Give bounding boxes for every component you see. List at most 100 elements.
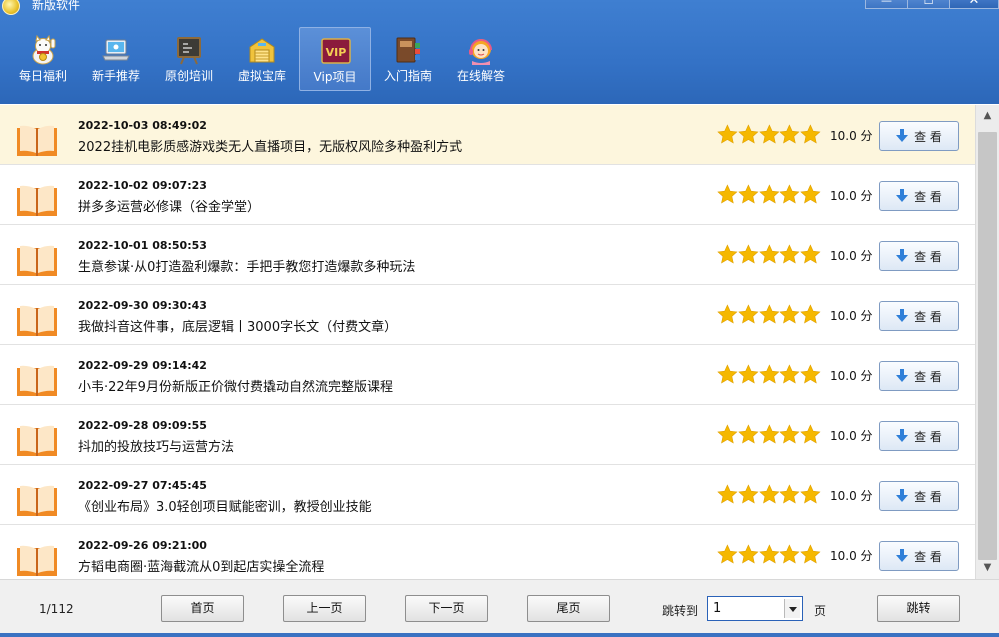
star-icon bbox=[738, 124, 759, 144]
star-icon bbox=[758, 124, 780, 144]
first-page-button[interactable]: 首页 bbox=[161, 595, 244, 622]
star-icon bbox=[717, 244, 738, 264]
view-button[interactable]: 查 看 bbox=[879, 181, 959, 211]
bottom-border bbox=[0, 633, 999, 637]
view-button[interactable]: 查 看 bbox=[879, 421, 959, 451]
list-item[interactable]: 2022-10-01 08:50:53 生意参谋·从0打造盈利爆款：手把手教您打… bbox=[0, 225, 975, 285]
open-book-icon bbox=[17, 185, 57, 216]
star-icon bbox=[758, 184, 780, 204]
list-item[interactable]: 2022-10-02 09:07:23 拼多多运营必修课（谷金学堂） 10.0 … bbox=[0, 165, 975, 225]
page-select[interactable]: 1 bbox=[707, 596, 803, 621]
star-icon bbox=[779, 304, 800, 324]
star-icon bbox=[738, 364, 759, 384]
prev-page-button[interactable]: 上一页 bbox=[283, 595, 366, 622]
star-icon bbox=[800, 424, 821, 444]
view-button[interactable]: 查 看 bbox=[879, 361, 959, 391]
item-score: 10.0 分 bbox=[830, 369, 873, 383]
open-book-icon bbox=[17, 125, 57, 156]
last-page-button[interactable]: 尾页 bbox=[527, 595, 610, 622]
item-score: 10.0 分 bbox=[830, 489, 873, 503]
view-button[interactable]: 查 看 bbox=[879, 121, 959, 151]
download-arrow-icon bbox=[896, 249, 909, 262]
star-icon bbox=[758, 244, 780, 264]
list-item[interactable]: 2022-09-26 09:21:00 方韬电商圈·蓝海截流从0到起店实操全流程… bbox=[0, 525, 975, 579]
window-controls: — ☐ ✕ bbox=[865, 0, 999, 9]
list-item[interactable]: 2022-09-28 09:09:55 抖加的投放技巧与运营方法 10.0 分 … bbox=[0, 405, 975, 465]
star-icon bbox=[717, 484, 738, 504]
star-icon bbox=[800, 364, 821, 384]
view-button[interactable]: 查 看 bbox=[879, 541, 959, 571]
item-title[interactable]: 我做抖音这件事，底层逻辑丨3000字长文（付费文章） bbox=[78, 320, 397, 335]
scroll-up-icon[interactable]: ▲ bbox=[976, 105, 999, 127]
item-score: 10.0 分 bbox=[830, 129, 873, 143]
view-button[interactable]: 查 看 bbox=[879, 301, 959, 331]
star-icon bbox=[758, 484, 780, 504]
close-button[interactable]: ✕ bbox=[949, 0, 999, 9]
tool-vip-projects[interactable]: VIP Vip项目 bbox=[299, 27, 371, 91]
tool-label: 入门指南 bbox=[383, 69, 432, 83]
item-date: 2022-10-01 08:50:53 bbox=[78, 239, 207, 252]
star-icon bbox=[779, 184, 800, 204]
star-icon bbox=[800, 484, 821, 504]
app-logo-icon bbox=[2, 0, 20, 15]
list-item[interactable]: 2022-09-29 09:14:42 小韦·22年9月份新版正价微付费撬动自然… bbox=[0, 345, 975, 405]
scroll-down-icon[interactable]: ▼ bbox=[976, 557, 999, 579]
scroll-thumb[interactable] bbox=[978, 132, 997, 560]
tool-label: 每日福利 bbox=[18, 69, 67, 83]
star-icon bbox=[738, 244, 759, 264]
item-date: 2022-09-27 07:45:45 bbox=[78, 479, 207, 492]
star-icon bbox=[738, 544, 759, 564]
item-title[interactable]: 小韦·22年9月份新版正价微付费撬动自然流完整版课程 bbox=[78, 380, 393, 395]
lucky-cat-icon bbox=[32, 35, 56, 65]
star-icon bbox=[779, 424, 800, 444]
next-page-button[interactable]: 下一页 bbox=[405, 595, 488, 622]
rating-stars bbox=[717, 484, 821, 506]
main-toolbar: 每日福利 新手推荐 原创培训 虚拟宝库 VIP Vip项目 入门指南 在线解答 bbox=[7, 27, 518, 91]
list-item[interactable]: 2022-09-30 09:30:43 我做抖音这件事，底层逻辑丨3000字长文… bbox=[0, 285, 975, 345]
view-button[interactable]: 查 看 bbox=[879, 241, 959, 271]
list-item[interactable]: 2022-10-03 08:49:02 2022挂机电影质感游戏类无人直播项目，… bbox=[0, 105, 975, 165]
star-icon bbox=[717, 364, 738, 384]
item-title[interactable]: 2022挂机电影质感游戏类无人直播项目，无版权风险多种盈利方式 bbox=[78, 140, 462, 155]
tool-original-training[interactable]: 原创培训 bbox=[153, 27, 225, 91]
view-button-label: 查 看 bbox=[914, 249, 942, 264]
item-title[interactable]: 生意参谋·从0打造盈利爆款：手把手教您打造爆款多种玩法 bbox=[78, 260, 415, 275]
view-button[interactable]: 查 看 bbox=[879, 481, 959, 511]
rating-stars bbox=[717, 304, 821, 326]
star-icon bbox=[779, 244, 800, 264]
tool-beginner-picks[interactable]: 新手推荐 bbox=[80, 27, 152, 91]
item-list[interactable]: 2022-10-03 08:49:02 2022挂机电影质感游戏类无人直播项目，… bbox=[0, 105, 975, 579]
item-date: 2022-09-26 09:21:00 bbox=[78, 539, 207, 552]
tool-getting-started[interactable]: 入门指南 bbox=[372, 27, 444, 91]
list-item[interactable]: 2022-09-27 07:45:45 《创业布局》3.0轻创项目赋能密训，教授… bbox=[0, 465, 975, 525]
star-icon bbox=[758, 424, 780, 444]
minimize-button[interactable]: — bbox=[865, 0, 908, 9]
item-date: 2022-09-30 09:30:43 bbox=[78, 299, 207, 312]
rating-stars bbox=[717, 424, 821, 446]
item-title[interactable]: 抖加的投放技巧与运营方法 bbox=[78, 440, 234, 455]
maximize-button[interactable]: ☐ bbox=[907, 0, 950, 9]
star-icon bbox=[800, 124, 821, 144]
rating-stars bbox=[717, 124, 821, 146]
download-arrow-icon bbox=[896, 429, 909, 442]
open-book-icon bbox=[17, 365, 57, 396]
title-bar: 新版软件 — ☐ ✕ 每日福利 新手推荐 原创培训 虚拟宝库 VIP Vip项目… bbox=[0, 0, 999, 104]
vertical-scrollbar[interactable]: ▲ ▼ bbox=[975, 105, 999, 579]
item-title[interactable]: 拼多多运营必修课（谷金学堂） bbox=[78, 200, 260, 215]
view-button-label: 查 看 bbox=[914, 129, 942, 144]
view-button-label: 查 看 bbox=[914, 309, 942, 324]
tool-virtual-treasury[interactable]: 虚拟宝库 bbox=[226, 27, 298, 91]
page-info: 1/112 bbox=[39, 602, 74, 616]
item-score: 10.0 分 bbox=[830, 249, 873, 263]
chevron-down-icon[interactable] bbox=[784, 599, 800, 618]
view-button-label: 查 看 bbox=[914, 489, 942, 504]
window-title: 新版软件 bbox=[32, 0, 81, 12]
item-title[interactable]: 方韬电商圈·蓝海截流从0到起店实操全流程 bbox=[78, 560, 324, 575]
tool-daily-benefits[interactable]: 每日福利 bbox=[7, 27, 79, 91]
page-unit: 页 bbox=[814, 604, 827, 618]
jump-button[interactable]: 跳转 bbox=[877, 595, 960, 622]
item-score: 10.0 分 bbox=[830, 549, 873, 563]
rating-stars bbox=[717, 544, 821, 566]
item-title[interactable]: 《创业布局》3.0轻创项目赋能密训，教授创业技能 bbox=[78, 500, 372, 515]
tool-online-answers[interactable]: 在线解答 bbox=[445, 27, 517, 91]
